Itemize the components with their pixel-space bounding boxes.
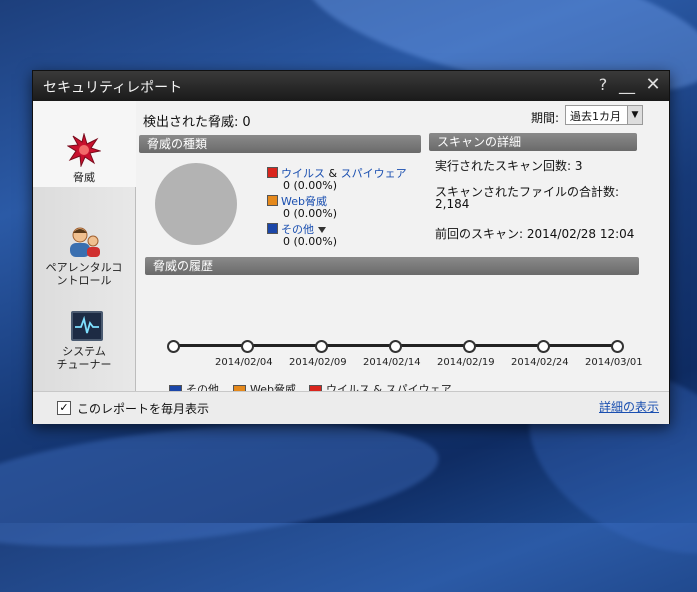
virus-icon xyxy=(67,133,101,167)
virus-count: 0 (0.00%) xyxy=(283,179,338,192)
threat-history-header: 脅威の履歴 xyxy=(145,257,639,275)
other-color-swatch xyxy=(267,223,278,234)
timeline-node xyxy=(463,340,476,353)
minimize-button[interactable]: __ xyxy=(617,75,637,95)
timeline-date-label: 2014/02/09 xyxy=(289,357,347,368)
last-scan: 前回のスキャン: 2014/02/28 12:04 xyxy=(435,227,635,241)
timeline-node xyxy=(315,340,328,353)
parental-control-icon xyxy=(70,227,100,257)
report-content: 検出された脅威: 0 期間: 過去1カ月 ▼ 脅威の種類 スキャンの詳細 ウイルス… xyxy=(137,101,667,396)
other-count: 0 (0.00%) xyxy=(283,235,338,248)
period-value: 過去1カ月 xyxy=(570,110,621,123)
window-title: セキュリティレポート xyxy=(43,80,183,96)
dropdown-triangle-icon xyxy=(318,227,326,233)
show-details-link[interactable]: 詳細の表示 xyxy=(599,398,659,415)
detected-threats: 検出された脅威: 0 xyxy=(143,111,251,130)
timeline-node xyxy=(537,340,550,353)
detected-label: 検出された脅威: xyxy=(143,115,239,130)
threat-history-timeline: 2014/02/04 2014/02/09 2014/02/14 2014/02… xyxy=(165,333,643,373)
monthly-report-label: このレポートを毎月表示 xyxy=(77,402,210,416)
timeline-node xyxy=(241,340,254,353)
detected-count: 0 xyxy=(242,115,251,130)
virus-color-swatch xyxy=(267,167,278,178)
scanned-files-value: 2,184 xyxy=(435,197,470,211)
title-bar: セキュリティレポート ? __ ✕ xyxy=(33,71,669,101)
system-tuner-icon xyxy=(71,311,103,341)
monthly-report-checkbox[interactable]: ✓ xyxy=(57,401,71,415)
threat-types-header: 脅威の種類 xyxy=(139,135,421,153)
sidebar-item-label: ペアレンタルコ ントロール xyxy=(45,261,123,287)
chevron-down-icon: ▼ xyxy=(627,106,642,124)
timeline-node xyxy=(611,340,624,353)
sidebar: 脅威 ペアレンタルコ ントロール システム チューナー xyxy=(33,101,136,391)
sidebar-item-parental-control[interactable]: ペアレンタルコ ントロール xyxy=(33,223,135,309)
threat-pie-chart xyxy=(155,163,237,245)
web-color-swatch xyxy=(267,195,278,206)
sidebar-item-threats[interactable]: 脅威 xyxy=(33,101,136,187)
footer-bar: ✓ このレポートを毎月表示 詳細の表示 xyxy=(33,391,669,424)
close-button[interactable]: ✕ xyxy=(643,75,663,95)
web-count: 0 (0.00%) xyxy=(283,207,338,220)
help-button[interactable]: ? xyxy=(593,75,613,95)
scan-details-header: スキャンの詳細 xyxy=(429,133,637,151)
timeline-date-label: 2014/02/19 xyxy=(437,357,495,368)
timeline-node xyxy=(389,340,402,353)
security-report-window: セキュリティレポート ? __ ✕ 脅威 ペアレンタルコ ントロール システム … xyxy=(32,70,670,424)
sidebar-item-system-tuner[interactable]: システム チューナー xyxy=(33,307,135,393)
scan-runs: 実行されたスキャン回数: 3 xyxy=(435,159,583,173)
sidebar-item-label: 脅威 xyxy=(73,171,95,184)
sidebar-item-label: システム チューナー xyxy=(56,345,112,371)
timeline-date-label: 2014/02/24 xyxy=(511,357,569,368)
period-label: 期間: xyxy=(531,111,560,125)
timeline-date-label: 2014/03/01 xyxy=(585,357,643,368)
timeline-date-label: 2014/02/14 xyxy=(363,357,421,368)
timeline-date-label: 2014/02/04 xyxy=(215,357,273,368)
period-dropdown[interactable]: 過去1カ月 ▼ xyxy=(565,105,643,125)
spyware-link-text: スパイウェア xyxy=(340,167,407,180)
timeline-node xyxy=(167,340,180,353)
